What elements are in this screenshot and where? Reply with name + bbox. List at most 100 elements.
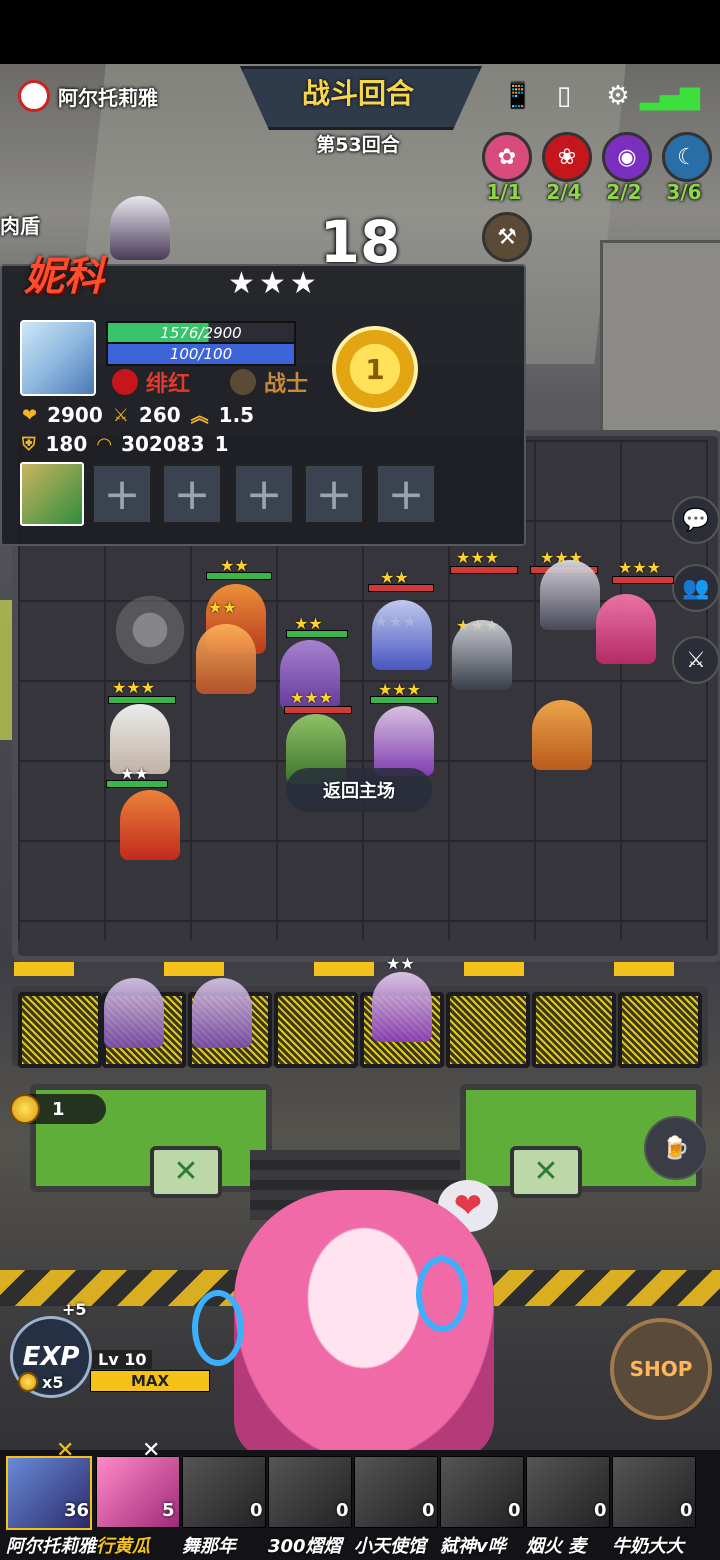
board-unit[interactable] <box>452 620 512 690</box>
bench-unit[interactable] <box>104 978 164 1048</box>
item-slot-empty[interactable]: + <box>92 464 152 524</box>
unit-stars: ★★ <box>386 954 415 973</box>
unit-portrait <box>20 320 96 396</box>
player-name: 牛奶大大 <box>612 1536 684 1557</box>
exp-plus: +5 <box>62 1300 87 1319</box>
synergy-count: 3/6 <box>666 180 702 204</box>
exp-bar: MAX <box>90 1370 210 1392</box>
stat-range: 302083 <box>121 432 205 456</box>
player-hp: 5 <box>162 1500 175 1521</box>
exp-cost-value: x5 <box>42 1372 64 1392</box>
coin-icon <box>10 1094 40 1124</box>
trait-warrior[interactable]: 战士 <box>228 366 308 398</box>
synergy-count: 1/1 <box>486 180 522 204</box>
unit-hp-bar <box>106 780 168 788</box>
player-hp: 0 <box>508 1500 521 1521</box>
unit-stars: ★★★ <box>112 678 156 697</box>
unit-hp-bar <box>284 706 352 714</box>
trait-crimson[interactable]: 绯红 <box>110 366 190 398</box>
unit-stars: ★★★ <box>290 688 334 707</box>
return-home-button[interactable]: 返回主场 <box>286 768 432 812</box>
shop-button[interactable]: SHOP <box>610 1318 712 1420</box>
player-list-icon[interactable]: 👥 <box>672 564 720 612</box>
board-unit[interactable] <box>596 594 656 664</box>
player-level: Lv 10 <box>92 1350 153 1369</box>
book-icon[interactable]: ▯ <box>546 78 582 114</box>
mana-bar: 100/100 <box>106 342 296 366</box>
bench-unit[interactable] <box>192 978 252 1048</box>
unit-hp-bar <box>206 572 272 580</box>
bench-slot[interactable] <box>18 992 102 1068</box>
stat-row-1: ❤ 2900 ⚔ 260 ︽ 1.5 <box>22 402 254 428</box>
player-name: 300熠熠 <box>268 1536 342 1557</box>
item-slot-empty[interactable]: + <box>234 464 294 524</box>
vortex-icon[interactable]: ◉ <box>602 132 652 182</box>
sword-icon: ⚔ <box>112 404 129 426</box>
round-title: 战斗回合 <box>301 77 414 110</box>
bench-unit[interactable] <box>372 972 432 1042</box>
bench-slot[interactable] <box>446 992 530 1068</box>
x-marker-icon: ✕ <box>510 1146 582 1198</box>
tier-medal: 1 <box>332 326 418 412</box>
player-name: 舞那年 <box>182 1536 236 1557</box>
bench-slot[interactable] <box>618 992 702 1068</box>
moon-icon[interactable]: ☾ <box>662 132 712 182</box>
hammer-icon <box>228 367 258 397</box>
synergy-count: 2/2 <box>606 180 642 204</box>
bench-slot[interactable] <box>532 992 616 1068</box>
player-name: 行黄瓜 <box>96 1536 150 1557</box>
trait-label: 战士 <box>264 372 309 397</box>
swap-device-icon[interactable]: 📱 <box>500 78 536 114</box>
rose-icon[interactable]: ❀ <box>542 132 592 182</box>
unit-hp-bar <box>612 576 674 584</box>
board-unit[interactable] <box>372 600 432 670</box>
sakura-icon[interactable]: ✿ <box>482 132 532 182</box>
stat-row-2: ⛨ 180 ◠ 302083 1 <box>22 432 229 456</box>
gold-amount: 1 <box>52 1098 65 1120</box>
item-slot-empty[interactable]: + <box>162 464 222 524</box>
trait-label: 绯红 <box>146 372 191 397</box>
hammer-icon[interactable]: ⚒ <box>482 212 532 262</box>
player-hp: 0 <box>250 1500 263 1521</box>
unit-hp-bar <box>368 584 434 592</box>
ring-effect <box>192 1290 244 1366</box>
chat-icon[interactable]: 💬 <box>672 496 720 544</box>
board-unit[interactable] <box>120 790 180 860</box>
gear-icon[interactable]: ⚙ <box>600 78 636 114</box>
player-header[interactable]: 阿尔托莉雅 <box>18 78 158 114</box>
board-unit[interactable] <box>196 624 256 694</box>
unit-hp-bar <box>286 630 348 638</box>
player-hp: 0 <box>422 1500 435 1521</box>
beer-mug-icon[interactable]: 🍺 <box>644 1116 708 1180</box>
item-slot-empty[interactable]: + <box>376 464 436 524</box>
unit-stars: ★★★ <box>456 548 500 567</box>
player-name: 弑神v哗 <box>440 1536 506 1557</box>
board-unit[interactable] <box>532 700 592 770</box>
player-name: 阿尔托莉雅 <box>6 1536 96 1557</box>
coin-icon <box>18 1372 38 1392</box>
player-hp: 0 <box>680 1500 693 1521</box>
unit-stars: ★★ <box>208 598 237 617</box>
stat-hp: 2900 <box>47 403 103 427</box>
board-unit[interactable] <box>540 560 600 630</box>
enemy-avatar <box>110 196 170 260</box>
player-hp: 0 <box>594 1500 607 1521</box>
unit-hp-bar <box>450 566 518 574</box>
heart-icon: ❤ <box>22 404 38 426</box>
gold-counter: 1 <box>10 1094 106 1124</box>
bench-slot[interactable] <box>274 992 358 1068</box>
stat-crit: 1 <box>214 432 229 456</box>
synergy-count: 2/4 <box>546 180 582 204</box>
battle-log-icon[interactable]: ⚔ <box>672 636 720 684</box>
item-slot-empty[interactable]: + <box>304 464 364 524</box>
signal-icon: ▂▄▆ <box>640 81 700 111</box>
board-unit[interactable] <box>374 706 434 776</box>
equipped-item[interactable] <box>20 462 84 526</box>
crossed-swords-icon: ✕ <box>142 1438 161 1463</box>
stat-attack: 260 <box>138 403 181 427</box>
x-marker-icon: ✕ <box>150 1146 222 1198</box>
unit-stars: ★★★ <box>228 266 321 301</box>
round-number: 第53回合 <box>316 134 400 156</box>
stat-attack-speed: 1.5 <box>218 403 255 427</box>
unit-stars: ★★★ <box>618 558 662 577</box>
